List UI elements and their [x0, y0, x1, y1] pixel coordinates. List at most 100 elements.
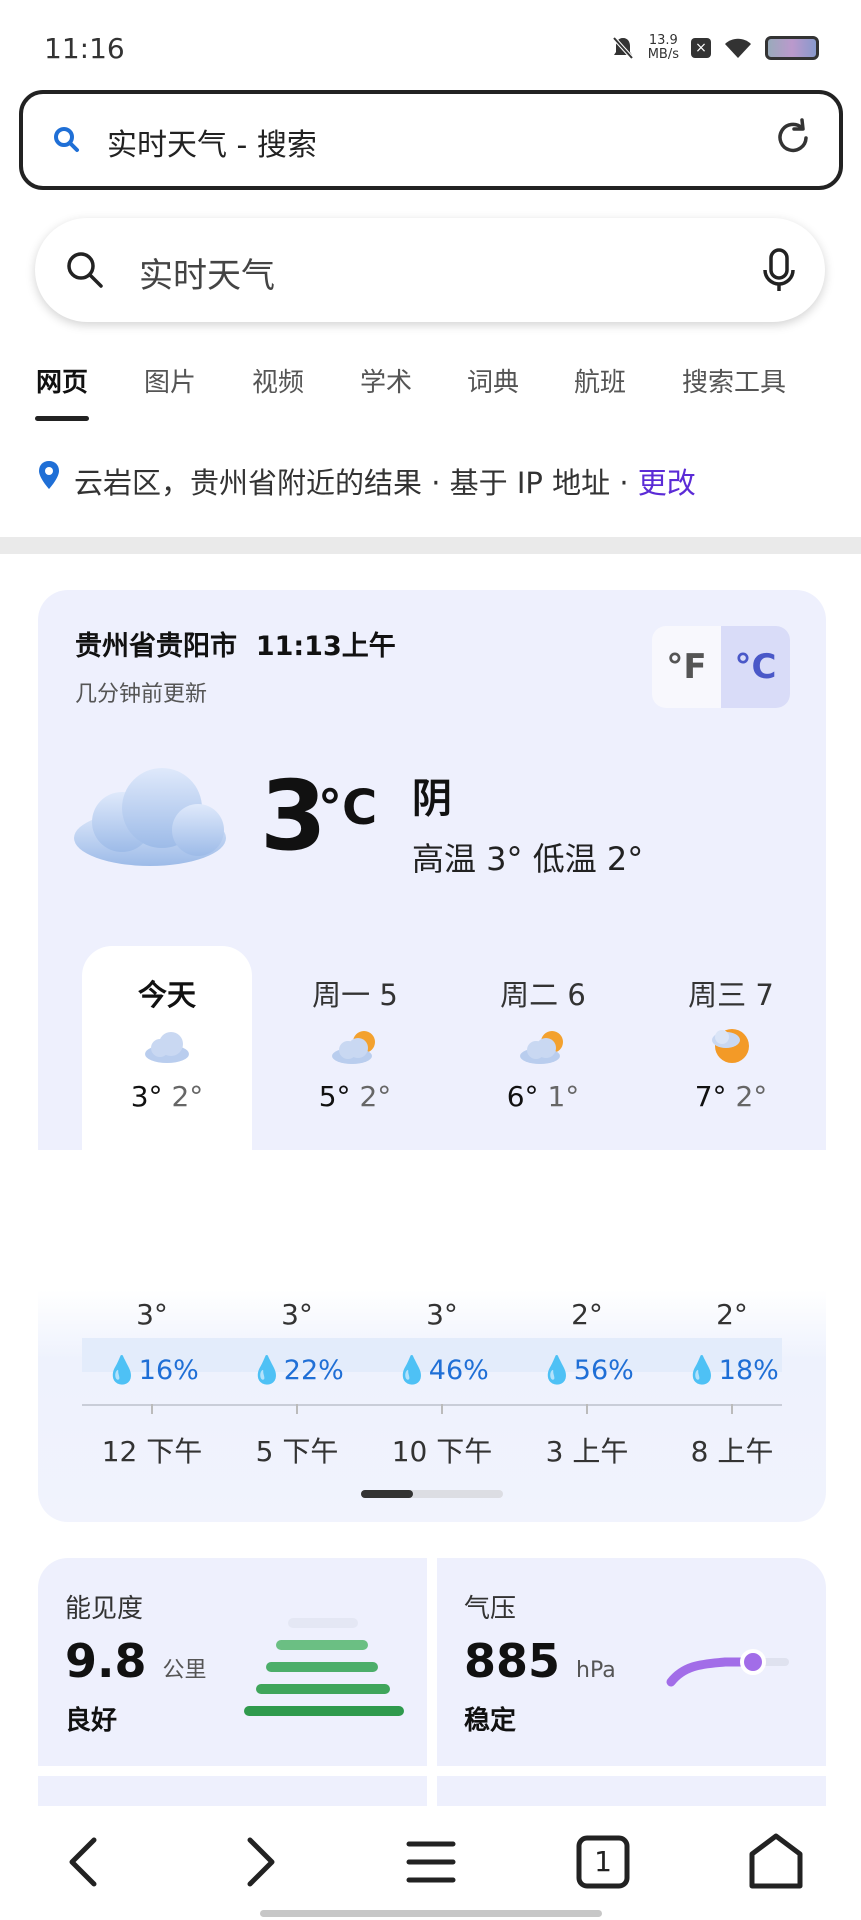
tab-count: 1 [594, 1845, 612, 1878]
pressure-value: 885 [464, 1634, 561, 1688]
visibility-card[interactable]: 能见度 9.8 公里 良好 [38, 1558, 427, 1766]
day-high: 3° [130, 1080, 163, 1113]
hourly-axis [82, 1404, 782, 1406]
forecast-day[interactable]: 周一 5 5° 2° [270, 946, 440, 1150]
hour-precipitation: 💧16% [105, 1355, 199, 1386]
forecast-day[interactable]: 周三 7 7° 2° [646, 946, 816, 1150]
hour-temp: 3° [136, 1298, 168, 1331]
search-input[interactable]: 实时天气 [139, 248, 275, 297]
search-tabs: 网页 图片 视频 学术 词典 航班 搜索工具 [0, 350, 861, 430]
day-high: 5° [318, 1080, 351, 1113]
hour-precipitation: 💧18% [685, 1355, 779, 1386]
location-pin-icon [39, 461, 59, 489]
forecast-day[interactable]: 今天 3° 2° [82, 946, 252, 1150]
precip-value: 46% [428, 1355, 489, 1386]
hour-time: 12 下午 [101, 1435, 203, 1468]
reload-icon[interactable] [771, 116, 815, 160]
pressure-label: 气压 [464, 1594, 517, 1624]
bell-muted-icon [612, 36, 634, 60]
tab-web[interactable]: 网页 [36, 362, 88, 399]
daily-forecast: 今天 3° 2° 周一 5 5° 2° 周二 6 6° 1° 周三 7 7° 2… [38, 946, 826, 1150]
day-temps: 7° 2° [646, 1080, 816, 1113]
tab-images[interactable]: 图片 [144, 362, 196, 399]
net-speed: 13.9 MB/s [648, 34, 679, 62]
day-high: 6° [506, 1080, 539, 1113]
location-text: 云岩区，贵州省附近的结果 · 基于 IP 地址 · 更改 [74, 460, 696, 502]
day-low: 2° [735, 1080, 768, 1113]
weather-condition: 阴 [412, 776, 452, 822]
day-temps: 5° 2° [270, 1080, 440, 1113]
fahrenheit-button[interactable]: °F [652, 626, 721, 708]
pressure-card[interactable]: 气压 885 hPa 稳定 [437, 1558, 826, 1766]
net-speed-unit: MB/s [647, 47, 679, 62]
search-box[interactable]: 实时天气 [35, 218, 825, 322]
net-speed-value: 13.9 [648, 33, 678, 48]
partly-cloudy-icon [332, 1031, 375, 1064]
status-time: 11:16 [44, 32, 125, 65]
precip-value: 22% [283, 1355, 344, 1386]
pressure-gauge-icon [666, 1649, 789, 1687]
tab-academic[interactable]: 学术 [360, 362, 412, 399]
visibility-value-row: 9.8 公里 [65, 1634, 207, 1688]
wifi-icon [725, 38, 751, 58]
visibility-label: 能见度 [65, 1594, 144, 1624]
address-text[interactable]: 实时天气 - 搜索 [107, 120, 317, 164]
day-temps: 3° 2° [82, 1080, 252, 1113]
visibility-status: 良好 [65, 1706, 118, 1736]
scrollbar-thumb[interactable] [361, 1490, 413, 1498]
partly-cloudy-icon [520, 1031, 563, 1064]
hourly-scrollbar[interactable] [361, 1490, 503, 1498]
status-bar: 11:16 13.9 MB/s × [0, 0, 861, 90]
unit-toggle[interactable]: °F °C [652, 626, 790, 708]
forward-icon[interactable] [226, 1830, 290, 1894]
axis-tick [441, 1404, 443, 1414]
pressure-value-row: 885 hPa [464, 1634, 616, 1688]
visibility-value: 9.8 [65, 1634, 147, 1688]
change-location-link[interactable]: 更改 [638, 466, 696, 500]
home-icon[interactable] [744, 1830, 808, 1894]
pressure-status: 稳定 [464, 1706, 517, 1736]
search-icon[interactable] [63, 248, 107, 292]
next-card-peek [437, 1776, 826, 1806]
tab-flights[interactable]: 航班 [574, 362, 626, 399]
tab-search-tools[interactable]: 搜索工具 [682, 362, 786, 399]
menu-icon[interactable] [399, 1830, 463, 1894]
status-icons: 13.9 MB/s × [610, 34, 819, 62]
address-bar[interactable]: 实时天气 - 搜索 [19, 90, 843, 190]
precip-value: 16% [138, 1355, 199, 1386]
location-line: 云岩区，贵州省附近的结果 · 基于 IP 地址 · 更改 [0, 450, 861, 510]
hourly-forecast[interactable]: 3° 💧16% 12 下午 3° 💧22% 5 下午 3° 💧46% 10 下午… [38, 1290, 826, 1522]
weather-location-time: 贵州省贵阳市 11:13上午 [75, 624, 396, 663]
tab-dictionary[interactable]: 词典 [467, 362, 519, 399]
day-label: 周三 7 [688, 978, 774, 1012]
home-indicator[interactable] [260, 1910, 602, 1917]
high-low-temperature: 高温 3° 低温 2° [412, 840, 644, 878]
hour-temp: 2° [716, 1298, 748, 1331]
weather-card: 贵州省贵阳市 11:13上午 几分钟前更新 °F °C 3 °C 阴 高温 3°… [38, 590, 826, 1150]
visibility-bars-icon [244, 1618, 404, 1716]
hour-time: 5 下午 [255, 1435, 339, 1468]
close-box-icon: × [691, 38, 711, 58]
precip-value: 56% [573, 1355, 634, 1386]
visibility-unit: 公里 [162, 1658, 207, 1683]
hour-time: 8 上午 [690, 1435, 774, 1468]
axis-tick [586, 1404, 588, 1414]
hour-precipitation: 💧56% [540, 1355, 634, 1386]
search-icon [54, 127, 79, 152]
day-label: 今天 [137, 978, 196, 1012]
battery-icon [765, 36, 819, 60]
weather-time: 11:13上午 [255, 631, 396, 662]
location-description: 云岩区，贵州省附近的结果 · 基于 IP 地址 · [74, 466, 638, 500]
hour-temp: 2° [571, 1298, 603, 1331]
back-icon[interactable] [54, 1830, 118, 1894]
celsius-button[interactable]: °C [721, 626, 790, 708]
tabs-button[interactable]: 1 [571, 1830, 635, 1894]
day-low: 2° [171, 1080, 204, 1113]
forecast-day[interactable]: 周二 6 6° 1° [458, 946, 628, 1150]
microphone-icon[interactable] [759, 246, 799, 294]
bottom-navigation: 1 [0, 1806, 861, 1920]
precip-value: 18% [718, 1355, 779, 1386]
tab-videos[interactable]: 视频 [252, 362, 304, 399]
day-temps: 6° 1° [458, 1080, 628, 1113]
next-card-peek [38, 1776, 427, 1806]
